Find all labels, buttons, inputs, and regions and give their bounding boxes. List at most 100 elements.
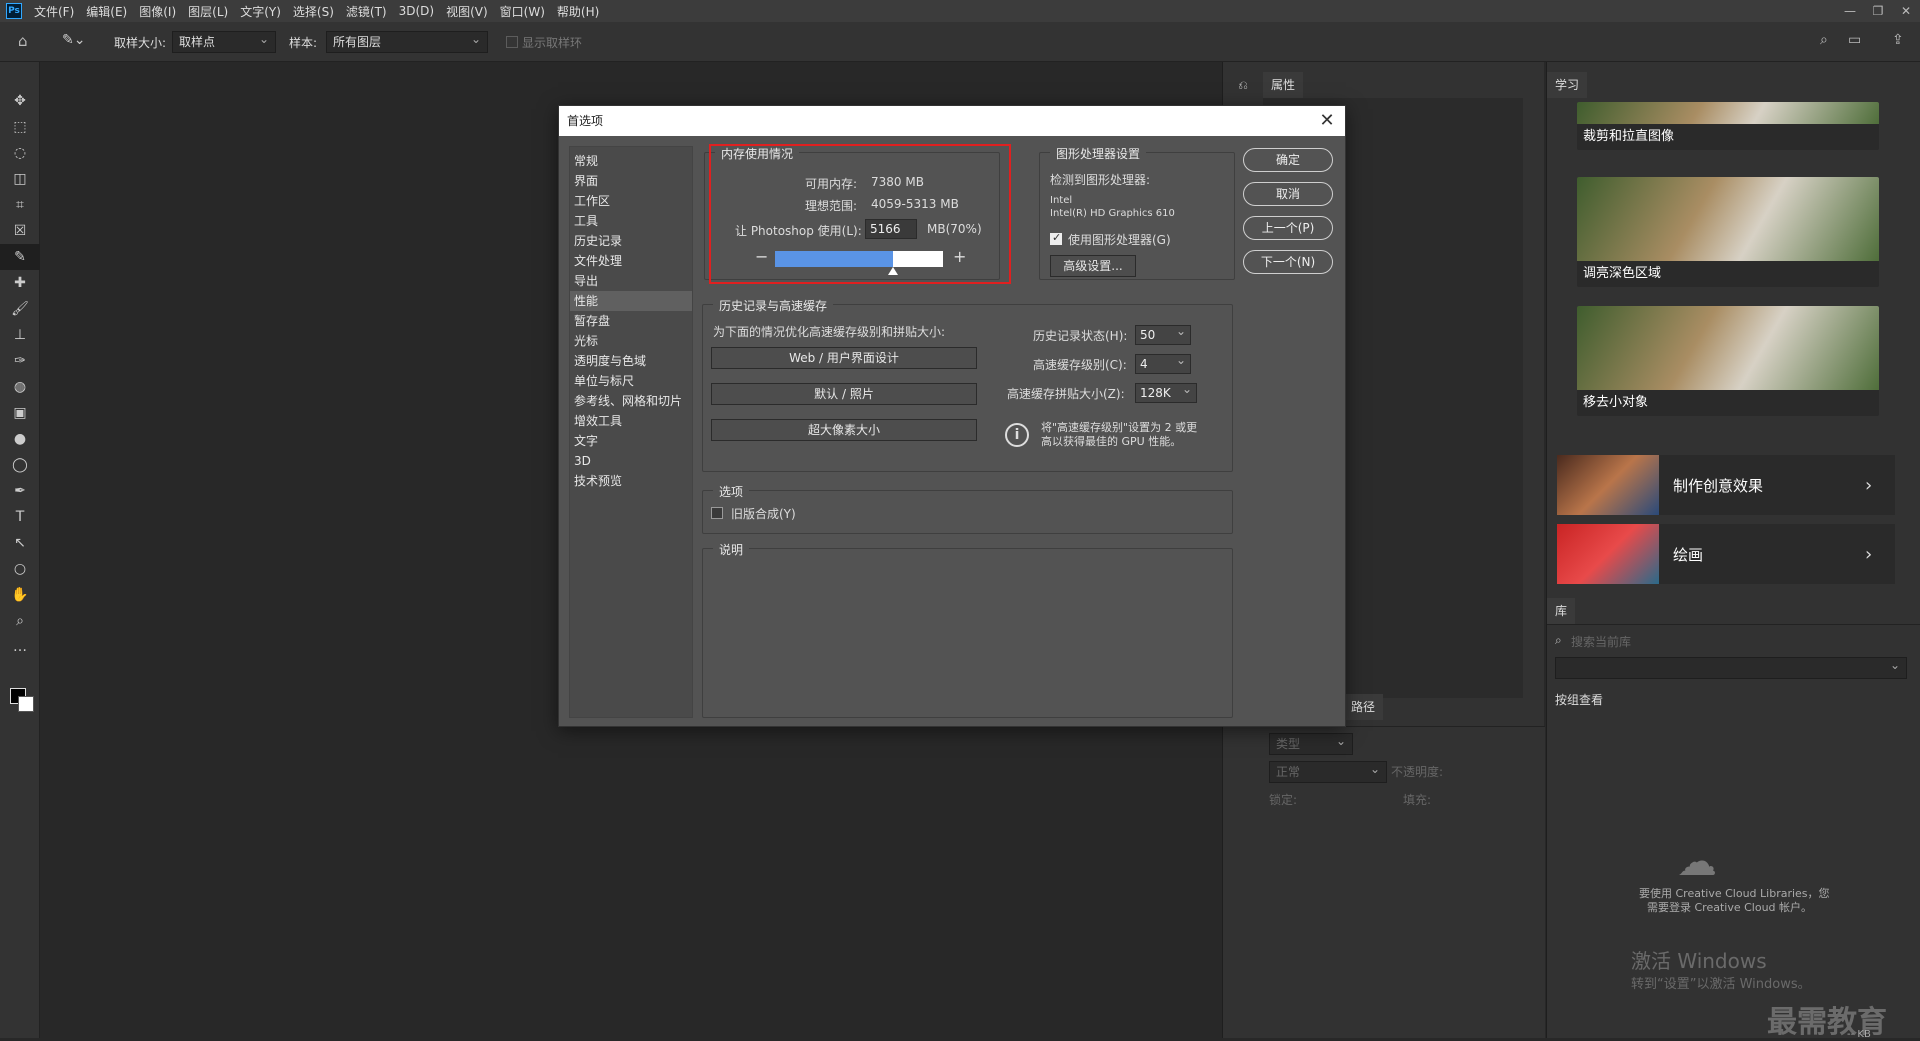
blend-mode-select[interactable]: 正常 bbox=[1269, 759, 1387, 783]
category-item[interactable]: 参考线、网格和切片 bbox=[570, 391, 692, 411]
layer-filter-select[interactable]: 类型 bbox=[1269, 731, 1353, 755]
menu-file[interactable]: 文件(F) bbox=[28, 3, 80, 20]
category-item[interactable]: 增效工具 bbox=[570, 411, 692, 431]
tab-properties[interactable]: 属性 bbox=[1263, 72, 1304, 98]
category-item[interactable]: 文件处理 bbox=[570, 251, 692, 271]
history-states-select[interactable]: 50 bbox=[1135, 322, 1191, 345]
menu-window[interactable]: 窗口(W) bbox=[494, 3, 551, 20]
category-item[interactable]: 技术预览 bbox=[570, 471, 692, 491]
view-by-group-label[interactable]: 按组查看 bbox=[1555, 691, 1603, 708]
move-tool-icon[interactable]: ✥ bbox=[0, 88, 40, 114]
menu-view[interactable]: 视图(V) bbox=[440, 3, 494, 20]
lasso-tool-icon[interactable]: ◌ bbox=[0, 140, 40, 166]
sample-label: 样本: bbox=[289, 36, 318, 50]
history-brush-icon[interactable]: ✑ bbox=[0, 348, 40, 374]
library-message-2: 需要登录 Creative Cloud 帐户。 bbox=[1647, 901, 1813, 914]
category-item[interactable]: 导出 bbox=[570, 271, 692, 291]
restore-icon[interactable]: ❐ bbox=[1864, 0, 1892, 22]
category-item[interactable]: 工具 bbox=[570, 211, 692, 231]
category-item[interactable]: 常规 bbox=[570, 151, 692, 171]
menu-filter[interactable]: 滤镜(T) bbox=[340, 3, 393, 20]
home-icon[interactable]: ⌂ bbox=[18, 32, 28, 50]
eyedropper-icon[interactable]: ✎ bbox=[0, 244, 40, 270]
hand-tool-icon[interactable]: ✋ bbox=[0, 582, 40, 608]
object-select-tool-icon[interactable]: ◫ bbox=[0, 166, 40, 192]
path-select-icon[interactable]: ↖ bbox=[0, 530, 40, 556]
brush-tool-icon[interactable]: 🖌 bbox=[0, 296, 40, 322]
use-gpu-checkbox[interactable] bbox=[1050, 231, 1062, 245]
category-item[interactable]: 工作区 bbox=[570, 191, 692, 211]
category-item[interactable]: 界面 bbox=[570, 171, 692, 191]
category-list: 常规 界面 工作区 工具 历史记录 文件处理 导出 性能 暂存盘 光标 透明度与… bbox=[569, 146, 693, 718]
category-item[interactable]: 单位与标尺 bbox=[570, 371, 692, 391]
menu-edit[interactable]: 编辑(E) bbox=[80, 3, 133, 20]
opacity-label: 不透明度: bbox=[1391, 765, 1444, 779]
workspace-icon[interactable]: ▭ bbox=[1848, 32, 1861, 48]
menu-layer[interactable]: 图层(L) bbox=[182, 3, 234, 20]
healing-brush-icon[interactable]: ✚ bbox=[0, 270, 40, 296]
library-search-input[interactable]: 搜索当前库 bbox=[1571, 633, 1631, 650]
learn-card-remove[interactable]: 移去小对象 bbox=[1577, 306, 1879, 416]
more-tools-icon[interactable]: … bbox=[0, 634, 40, 660]
category-item[interactable]: 文字 bbox=[570, 431, 692, 451]
zoom-tool-icon[interactable]: ⌕ bbox=[0, 608, 40, 634]
eyedropper-tool-icon[interactable]: ✎⌄ bbox=[62, 32, 85, 48]
pen-tool-icon[interactable]: ✒ bbox=[0, 478, 40, 504]
ok-button[interactable]: 确定 bbox=[1243, 148, 1333, 172]
default-photo-preset-button[interactable]: 默认 / 照片 bbox=[711, 383, 977, 405]
library-select[interactable] bbox=[1555, 655, 1907, 679]
tab-learn[interactable]: 学习 bbox=[1547, 72, 1588, 98]
learn-card-crop[interactable]: 裁剪和拉直图像 bbox=[1577, 102, 1879, 150]
menu-help[interactable]: 帮助(H) bbox=[551, 3, 605, 20]
optimize-cache-label: 为下面的情况优化高速缓存级别和拼贴大小: bbox=[713, 325, 946, 339]
share-icon[interactable]: ⇪ bbox=[1892, 32, 1904, 48]
gradient-tool-icon[interactable]: ▣ bbox=[0, 400, 40, 426]
crop-tool-icon[interactable]: ⌗ bbox=[0, 192, 40, 218]
ellipse-tool-icon[interactable]: ○ bbox=[0, 556, 40, 582]
huge-pixel-preset-button[interactable]: 超大像素大小 bbox=[711, 419, 977, 441]
category-item[interactable]: 历史记录 bbox=[570, 231, 692, 251]
menu-image[interactable]: 图像(I) bbox=[133, 3, 182, 20]
search-icon[interactable]: ⌕ bbox=[1820, 32, 1828, 48]
learn-card-brighten[interactable]: 调亮深色区域 bbox=[1577, 177, 1879, 287]
menu-select[interactable]: 选择(S) bbox=[287, 3, 340, 20]
category-item[interactable]: 3D bbox=[570, 451, 692, 471]
learn-card-painting[interactable]: 绘画 › bbox=[1557, 524, 1895, 584]
background-color-swatch[interactable] bbox=[18, 696, 34, 712]
learn-card-title: 调亮深色区域 bbox=[1583, 266, 1662, 281]
menu-3d[interactable]: 3D(D) bbox=[393, 4, 440, 18]
marquee-tool-icon[interactable]: ⬚ bbox=[0, 114, 40, 140]
category-item[interactable]: 光标 bbox=[570, 331, 692, 351]
chevron-right-icon: › bbox=[1865, 543, 1873, 565]
type-tool-icon[interactable]: T bbox=[0, 504, 40, 530]
eraser-tool-icon[interactable]: ◍ bbox=[0, 374, 40, 400]
cancel-button[interactable]: 取消 bbox=[1243, 182, 1333, 206]
web-ui-preset-button[interactable]: Web / 用户界面设计 bbox=[711, 347, 977, 369]
close-window-icon[interactable]: ✕ bbox=[1892, 0, 1920, 22]
minimize-icon[interactable]: — bbox=[1836, 0, 1864, 22]
menu-type[interactable]: 文字(Y) bbox=[234, 3, 287, 20]
show-ring-checkbox[interactable] bbox=[506, 36, 518, 48]
sample-size-select[interactable]: 取样点 bbox=[172, 29, 276, 53]
blur-tool-icon[interactable]: ● bbox=[0, 426, 40, 452]
cache-levels-select[interactable]: 4 bbox=[1135, 351, 1191, 374]
tab-paths[interactable]: 路径 bbox=[1343, 694, 1384, 720]
cache-tile-size-select[interactable]: 128K bbox=[1135, 380, 1197, 403]
sample-select[interactable]: 所有图层 bbox=[326, 29, 488, 53]
category-item[interactable]: 暂存盘 bbox=[570, 311, 692, 331]
search-icon: ⌕ bbox=[1555, 633, 1562, 647]
learn-card-creative-effects[interactable]: 制作创意效果 › bbox=[1557, 455, 1895, 515]
clone-stamp-icon[interactable]: ⊥ bbox=[0, 322, 40, 348]
next-button[interactable]: 下一个(N) bbox=[1243, 250, 1333, 274]
category-item-performance[interactable]: 性能 bbox=[570, 291, 692, 311]
category-item[interactable]: 透明度与色域 bbox=[570, 351, 692, 371]
prev-button[interactable]: 上一个(P) bbox=[1243, 216, 1333, 240]
close-icon[interactable]: ✕ bbox=[1317, 106, 1337, 136]
advanced-settings-button[interactable]: 高级设置... bbox=[1050, 255, 1136, 277]
dodge-tool-icon[interactable]: ◯ bbox=[0, 452, 40, 478]
history-icon[interactable]: ⎌ bbox=[1223, 72, 1263, 98]
show-ring-label: 显示取样环 bbox=[522, 36, 583, 50]
legacy-compositing-checkbox[interactable] bbox=[711, 507, 723, 519]
tab-libraries[interactable]: 库 bbox=[1547, 598, 1576, 624]
frame-tool-icon[interactable]: ☒ bbox=[0, 218, 40, 244]
